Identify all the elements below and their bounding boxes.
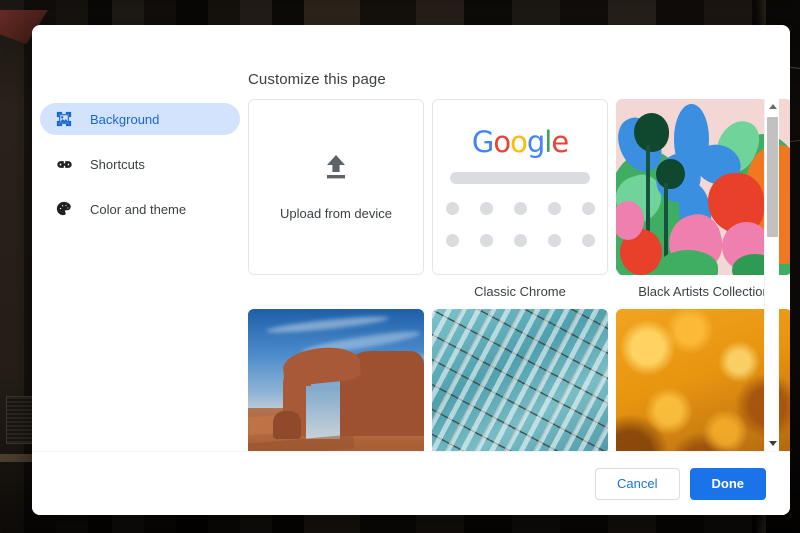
sidebar-item-label: Shortcuts — [90, 156, 145, 172]
google-logo: Google — [471, 125, 569, 159]
tiles-scrollbar[interactable] — [764, 99, 779, 451]
tile-upload-from-device[interactable]: Upload from device — [248, 99, 424, 275]
link-chain-icon — [54, 154, 74, 174]
google-logo-letter: G — [471, 125, 495, 159]
scroll-up-arrow-icon[interactable] — [765, 99, 780, 114]
shortcut-dot — [513, 234, 527, 247]
tile-cell: Upload from device — [248, 99, 424, 299]
sidebar-item-background[interactable]: Background — [40, 103, 240, 135]
shortcut-dot — [581, 202, 595, 215]
shortcut-dot — [479, 234, 493, 247]
tile-classic-chrome[interactable]: Google — [432, 99, 608, 275]
tile-cell — [432, 309, 608, 451]
tile-upload-label: Upload from device — [280, 206, 392, 221]
palette-icon — [54, 199, 74, 219]
scrollbar-thumb[interactable] — [767, 117, 778, 237]
google-logo-letter: o — [510, 125, 528, 159]
scroll-down-arrow-icon[interactable] — [765, 436, 780, 451]
background-tiles-area: Upload from device Google Classic Chrome… — [248, 25, 790, 451]
sidebar-item-shortcuts[interactable]: Shortcuts — [40, 148, 240, 180]
customize-page-dialog: Customize this page Background Shortcuts… — [32, 25, 790, 515]
tile-cell: Google Classic Chrome — [432, 99, 608, 299]
done-button[interactable]: Done — [689, 467, 766, 500]
search-bar-placeholder — [450, 172, 590, 184]
arch-photo-illustration — [248, 309, 424, 451]
background-tiles-grid: Upload from device Google Classic Chrome… — [248, 99, 790, 451]
shortcut-dot — [513, 202, 527, 215]
dialog-body: Background Shortcuts Color and theme Upl… — [32, 25, 790, 451]
tile-cell — [248, 309, 424, 451]
dialog-footer: Cancel Done — [32, 451, 790, 515]
google-logo-letter: o — [493, 125, 511, 159]
shortcut-dot — [445, 234, 459, 247]
google-logo-letter: e — [551, 125, 569, 159]
shortcut-dot — [581, 234, 595, 247]
sidebar-item-label: Background — [90, 111, 160, 127]
tile-glass-facade[interactable] — [432, 309, 608, 451]
shortcut-dot-row — [445, 234, 595, 247]
tile-delicate-arch[interactable] — [248, 309, 424, 451]
image-frame-icon — [54, 109, 74, 129]
shortcut-dot — [547, 234, 561, 247]
cancel-button[interactable]: Cancel — [595, 467, 680, 500]
shortcut-dot-row — [445, 202, 595, 215]
google-logo-letter: g — [526, 125, 545, 159]
tile-caption: Classic Chrome — [474, 284, 566, 299]
shortcut-dot — [445, 202, 459, 215]
upload-arrow-icon — [323, 153, 349, 186]
sidebar-item-label: Color and theme — [90, 201, 187, 217]
shortcut-dot — [547, 202, 561, 215]
shortcut-dot — [479, 202, 493, 215]
sidebar-item-color-and-theme[interactable]: Color and theme — [40, 193, 240, 225]
sidebar: Background Shortcuts Color and theme — [32, 25, 248, 451]
